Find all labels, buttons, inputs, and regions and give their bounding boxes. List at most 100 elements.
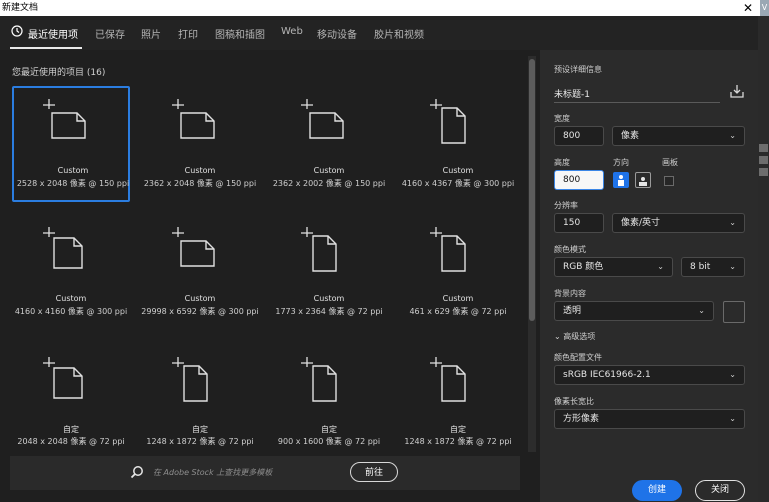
recent-document-card[interactable]: Custom 29998 x 6592 像素 @ 300 ppi — [141, 214, 259, 330]
window-title: 新建文档 — [2, 3, 39, 13]
scrollbar[interactable] — [528, 56, 536, 452]
document-icon — [172, 99, 215, 139]
color-profile-value: sRGB IEC61966-2.1 — [563, 370, 651, 380]
preset-dimensions: 2528 x 2048 像素 @ 150 ppi — [16, 179, 130, 188]
artboard-checkbox[interactable] — [664, 176, 674, 186]
color-profile-select[interactable]: sRGB IEC61966-2.1 ⌄ — [554, 365, 745, 385]
background-window-edge: V — [760, 0, 769, 16]
search-icon — [130, 466, 143, 479]
tab-saved[interactable]: 已保存 — [95, 26, 125, 41]
preset-details-panel: 预设详细信息 未标题-1 宽度 800 像素 ⌄ 高度 方向 画板 800 分辨… — [540, 50, 758, 502]
landscape-orientation-button[interactable] — [635, 172, 651, 188]
recent-items-title: 您最近使用的项目 (16) — [12, 68, 106, 78]
bit-depth-select[interactable]: 8 bit ⌄ — [681, 257, 745, 277]
preset-name: 自定 — [192, 425, 208, 434]
pixel-aspect-select[interactable]: 方形像素 ⌄ — [554, 409, 745, 429]
resolution-label: 分辨率 — [554, 201, 578, 210]
document-icon — [301, 99, 344, 139]
color-profile-label: 颜色配置文件 — [554, 353, 602, 362]
clock-icon — [11, 25, 23, 37]
background-value: 透明 — [563, 306, 582, 316]
recent-document-card[interactable]: 自定 900 x 1600 像素 @ 72 ppi — [270, 344, 388, 460]
pixel-aspect-label: 像素长宽比 — [554, 397, 594, 406]
document-icon — [430, 227, 466, 272]
preset-name: Custom — [442, 294, 474, 303]
close-button[interactable]: 关闭 — [695, 480, 745, 501]
tab-print[interactable]: 打印 — [178, 26, 198, 41]
resolution-unit-select[interactable]: 像素/英寸 ⌄ — [612, 213, 745, 233]
create-button[interactable]: 创建 — [632, 480, 682, 501]
recent-document-card[interactable]: 自定 1248 x 1872 像素 @ 72 ppi — [399, 344, 517, 460]
background-label: 背景内容 — [554, 289, 586, 298]
preset-name: 自定 — [321, 425, 337, 434]
pixel-aspect-value: 方形像素 — [563, 414, 600, 424]
document-icon — [43, 99, 86, 139]
height-input[interactable]: 800 — [554, 170, 604, 190]
preset-name: 自定 — [450, 425, 466, 434]
recent-document-card[interactable]: Custom 4160 x 4367 像素 @ 300 ppi — [399, 86, 517, 202]
preset-dimensions: 461 x 629 像素 @ 72 ppi — [409, 307, 507, 316]
preset-dimensions: 2362 x 2048 像素 @ 150 ppi — [143, 179, 257, 188]
document-name-field[interactable]: 未标题-1 — [554, 87, 590, 100]
recent-document-card[interactable]: 自定 2048 x 2048 像素 @ 72 ppi — [12, 344, 130, 460]
preset-name: Custom — [313, 294, 345, 303]
close-icon[interactable]: ✕ — [738, 0, 758, 16]
preset-dimensions: 1248 x 1872 像素 @ 72 ppi — [146, 437, 254, 446]
new-document-dialog: 最近使用项 已保存 照片 打印 图稿和插图 Web 移动设备 胶片和视频 您最近… — [0, 16, 758, 502]
recent-document-card[interactable]: Custom 2528 x 2048 像素 @ 150 ppi — [12, 86, 130, 202]
preset-dimensions: 1248 x 1872 像素 @ 72 ppi — [404, 437, 512, 446]
background-color-swatch[interactable] — [723, 301, 745, 323]
chevron-down-icon: ⌄ — [657, 262, 664, 271]
tab-film-video[interactable]: 胶片和视频 — [374, 26, 424, 41]
resolution-input[interactable]: 150 — [554, 213, 604, 233]
width-input[interactable]: 800 — [554, 126, 604, 146]
chevron-down-icon: ⌄ — [698, 306, 705, 315]
preset-name: Custom — [442, 166, 474, 175]
width-unit-select[interactable]: 像素 ⌄ — [612, 126, 745, 146]
color-mode-value: RGB 颜色 — [563, 262, 604, 272]
go-button[interactable]: 前往 — [350, 462, 398, 482]
person-landscape-icon — [639, 177, 647, 186]
chevron-down-icon: ⌄ — [729, 131, 736, 140]
artboard-label: 画板 — [662, 158, 678, 167]
recent-document-card[interactable]: Custom 2362 x 2002 像素 @ 150 ppi — [270, 86, 388, 202]
document-icon — [172, 357, 208, 402]
scrollbar-thumb[interactable] — [529, 59, 535, 321]
height-label: 高度 — [554, 158, 570, 167]
advanced-options-label: 高级选项 — [563, 332, 596, 341]
recent-document-card[interactable]: Custom 4160 x 4160 像素 @ 300 ppi — [12, 214, 130, 330]
portrait-orientation-button[interactable] — [613, 172, 629, 188]
search-input[interactable]: 在 Adobe Stock 上查找更多模板 — [153, 467, 272, 478]
preset-dimensions: 900 x 1600 像素 @ 72 ppi — [277, 437, 381, 446]
preset-dimensions: 2362 x 2002 像素 @ 150 ppi — [272, 179, 386, 188]
preset-name: Custom — [55, 294, 87, 303]
document-icon — [430, 99, 466, 144]
width-unit-value: 像素 — [621, 131, 640, 141]
recent-document-card[interactable]: 自定 1248 x 1872 像素 @ 72 ppi — [141, 344, 259, 460]
stock-search-bar: 在 Adobe Stock 上查找更多模板 前往 — [10, 456, 520, 490]
orientation-label: 方向 — [613, 158, 629, 167]
recent-document-card[interactable]: Custom 461 x 629 像素 @ 72 ppi — [399, 214, 517, 330]
recent-document-card[interactable]: Custom 2362 x 2048 像素 @ 150 ppi — [141, 86, 259, 202]
tab-mobile[interactable]: 移动设备 — [317, 26, 357, 41]
tab-photo[interactable]: 照片 — [141, 26, 161, 41]
preset-name: Custom — [184, 166, 216, 175]
chevron-down-icon: ⌄ — [554, 332, 561, 341]
recent-document-card[interactable]: Custom 1773 x 2364 像素 @ 72 ppi — [270, 214, 388, 330]
background-select[interactable]: 透明 ⌄ — [554, 301, 714, 321]
tab-web[interactable]: Web — [281, 26, 303, 37]
document-icon — [430, 357, 466, 402]
resolution-unit-value: 像素/英寸 — [621, 218, 661, 228]
tab-recent[interactable]: 最近使用项 — [28, 26, 78, 41]
person-portrait-icon — [618, 175, 624, 186]
background-window-strip — [758, 16, 769, 502]
preset-dimensions: 2048 x 2048 像素 @ 72 ppi — [17, 437, 125, 446]
advanced-options-toggle[interactable]: ⌄ 高级选项 — [554, 331, 595, 342]
color-mode-select[interactable]: RGB 颜色 ⌄ — [554, 257, 673, 277]
chevron-down-icon: ⌄ — [729, 218, 736, 227]
active-tab-indicator — [10, 47, 82, 49]
tab-art-illustration[interactable]: 图稿和插图 — [215, 26, 265, 41]
save-preset-icon[interactable] — [729, 83, 745, 99]
preset-name: 自定 — [63, 425, 79, 434]
preset-dimensions: 4160 x 4367 像素 @ 300 ppi — [401, 179, 515, 188]
